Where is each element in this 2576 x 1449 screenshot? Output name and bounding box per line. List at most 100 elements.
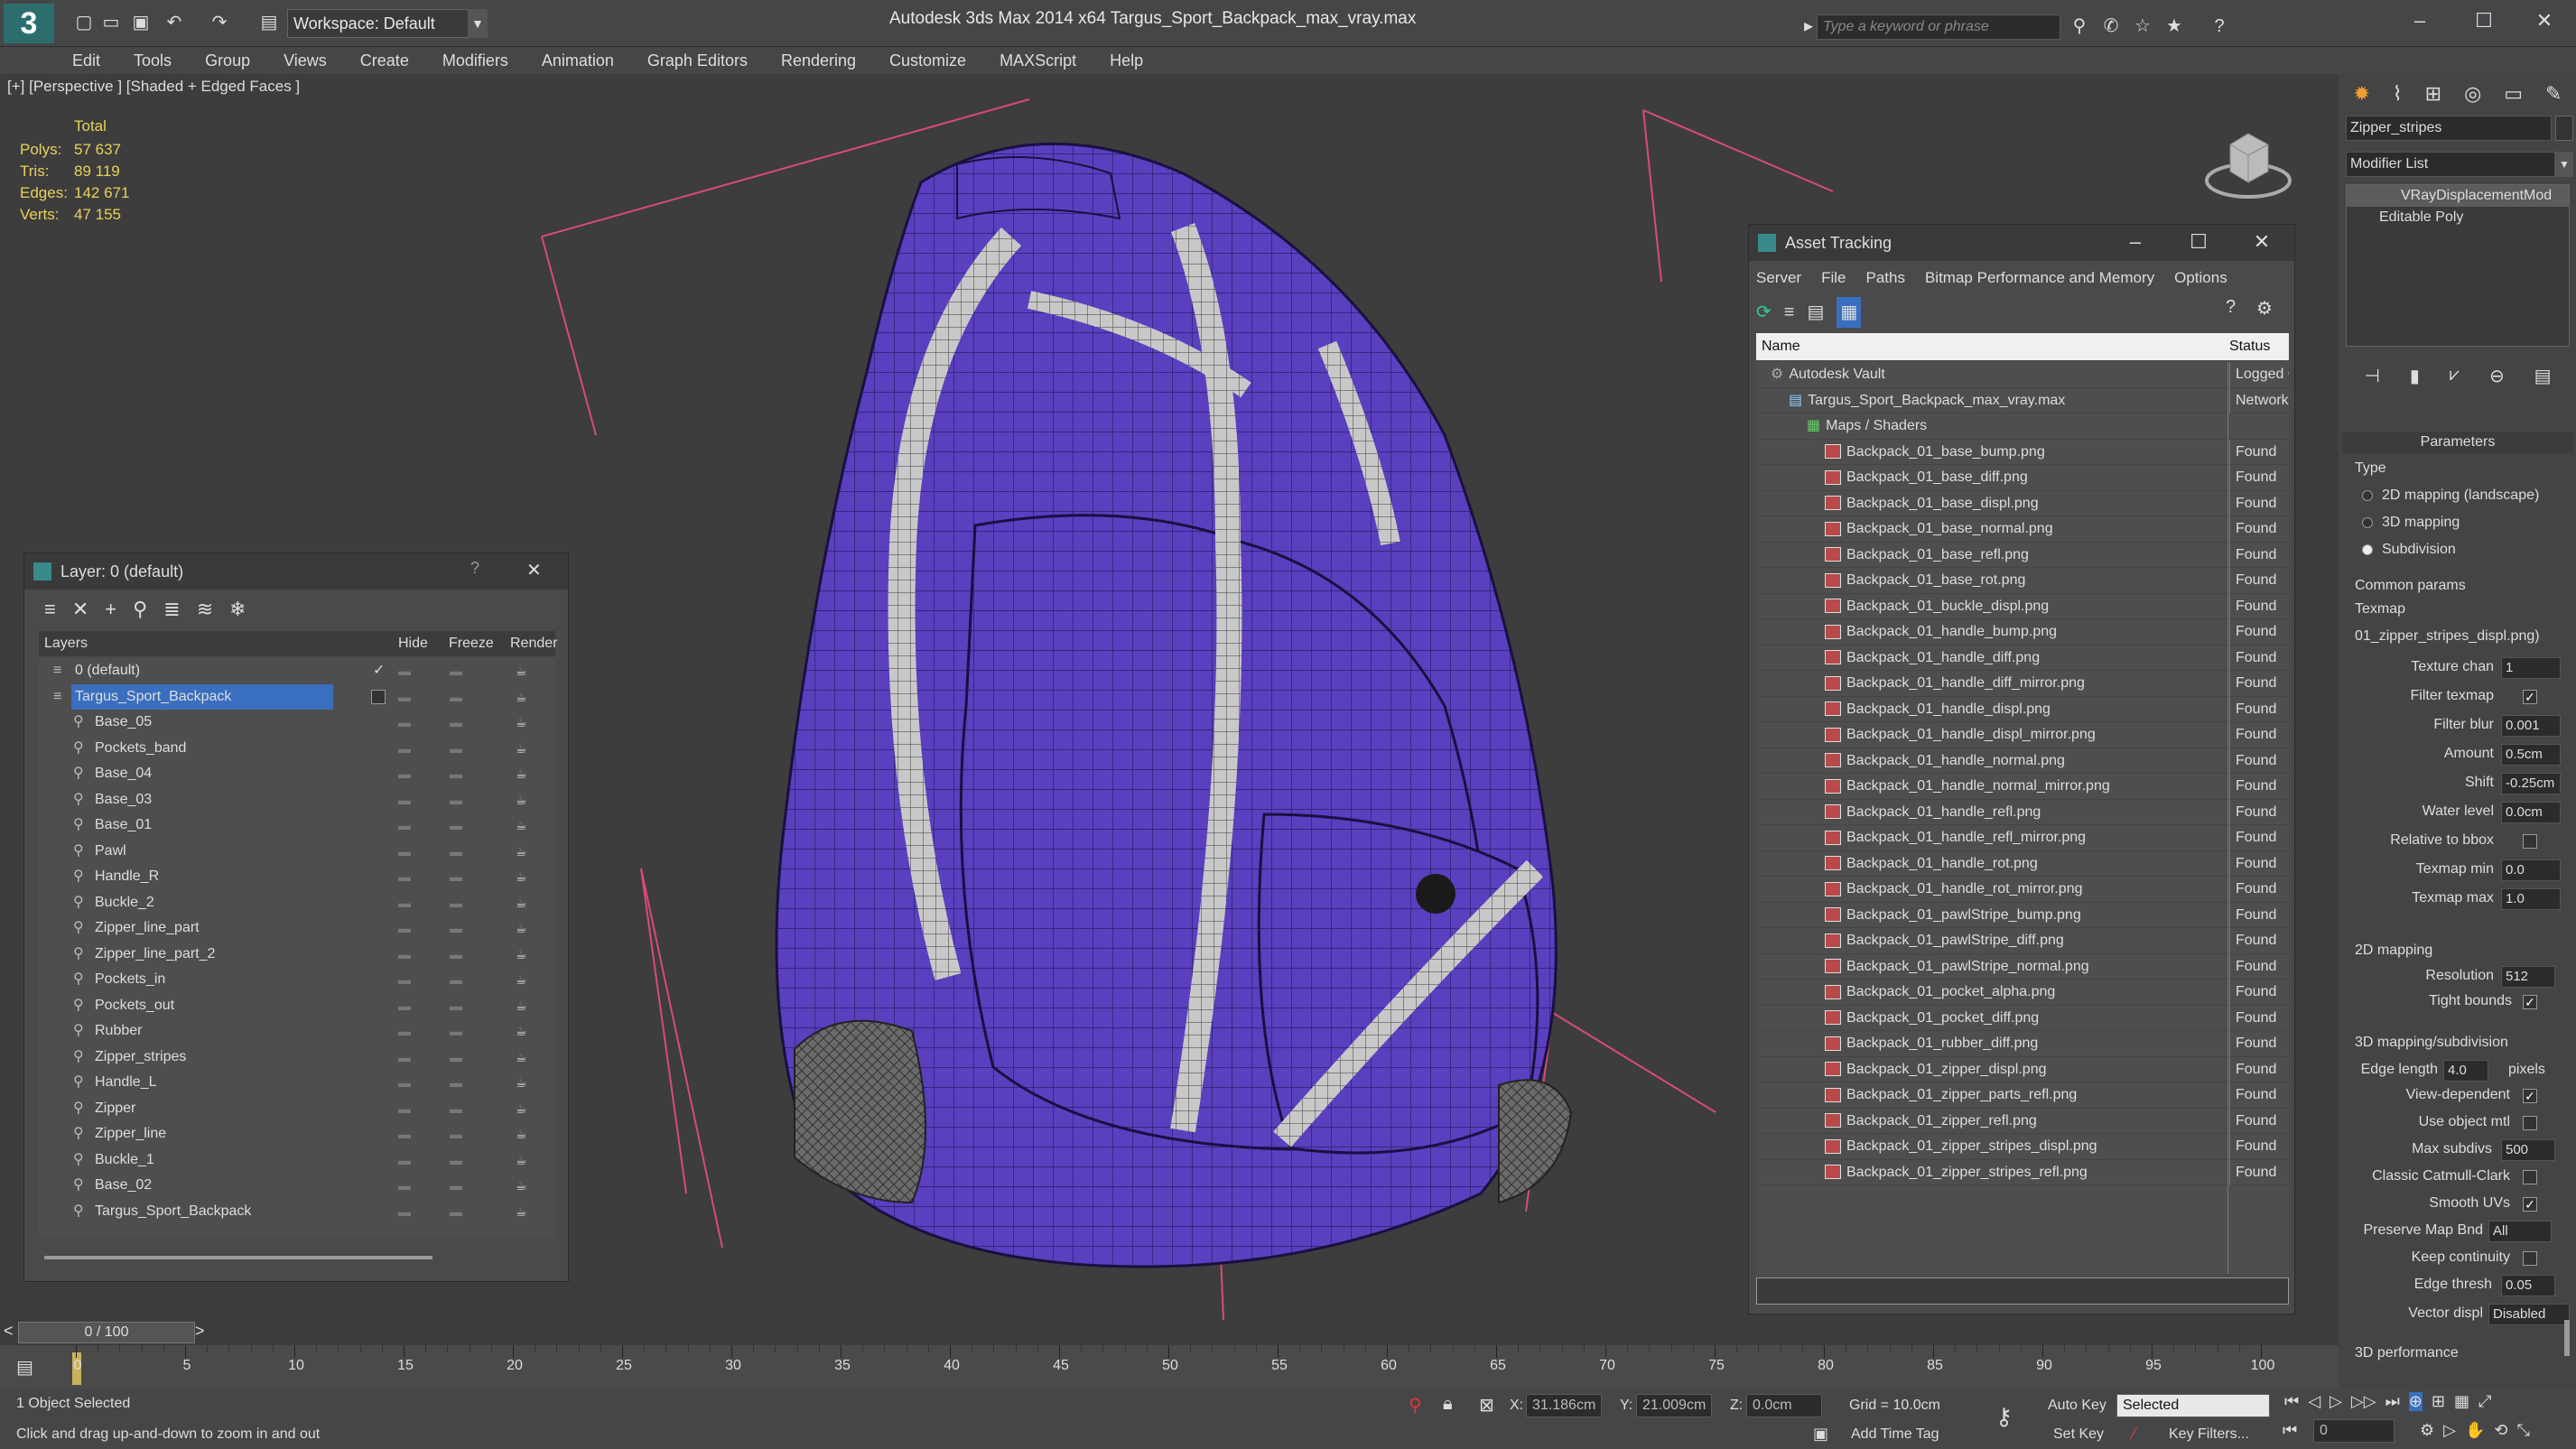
freeze-toggle[interactable]: ▬ [450,993,462,1019]
layer-row[interactable]: ⚲ Base_05 ▬ ▬ ☕︎ [39,710,555,736]
close-button[interactable]: ✕ [526,559,542,581]
asset-row[interactable]: Backpack_01_base_normal.png Found [1756,516,2289,543]
layer-row[interactable]: ⚲ Base_04 ▬ ▬ ☕︎ [39,761,555,787]
layer-row[interactable]: ≡ 0 (default) ✓ ▬ ▬ ☕︎ [39,658,555,684]
menu-paths[interactable]: Paths [1865,265,1924,292]
show-end-result-icon[interactable]: ▮ [2410,365,2420,387]
col-render[interactable]: Render [510,631,557,656]
render-teapot-icon[interactable]: ☕︎ [516,1070,527,1096]
max-subdivs-spinner[interactable]: 500 [2501,1139,2555,1161]
key-mode-icon[interactable]: ⏮ [2283,1421,2297,1440]
layer-name[interactable]: Targus_Sport_Backpack [91,1199,255,1225]
render-teapot-icon[interactable]: ☕︎ [516,967,527,993]
asset-row[interactable]: Backpack_01_base_bump.png Found [1756,439,2289,465]
asset-row[interactable]: Backpack_01_pawlStripe_normal.png Found [1756,953,2289,980]
resolution-spinner[interactable]: 512 [2501,966,2555,988]
asset-row[interactable]: Backpack_01_base_rot.png Found [1756,568,2289,594]
layer-row[interactable]: ⚲ Base_03 ▬ ▬ ☕︎ [39,787,555,813]
zoom-icon[interactable]: ⊕ [2408,1392,2423,1411]
preserve-map-bnd-dropdown[interactable]: All [2488,1221,2552,1242]
freeze-toggle[interactable]: ▬ [450,813,462,839]
asset-name-cell[interactable]: Backpack_01_base_diff.png [1825,465,2028,491]
render-teapot-icon[interactable]: ☕︎ [516,1018,527,1045]
asset-name-cell[interactable]: Backpack_01_handle_refl_mirror.png [1825,825,2086,851]
track-bar[interactable]: ▤ 0 5 10 15 20 25 30 35 40 45 50 55 60 65 70 75 80 85 90 95… [0,1345,2339,1389]
menu-bitmap-performance[interactable]: Bitmap Performance and Memory [1925,265,2174,292]
add-time-tag-button[interactable]: Add Time Tag [1851,1426,1939,1443]
asset-name-cell[interactable]: Backpack_01_rubber_diff.png [1825,1031,2038,1057]
pin-stack-icon[interactable]: ⊣ [2364,365,2379,387]
hierarchy-tab-icon[interactable]: ⊞ [2425,78,2441,110]
render-teapot-icon[interactable]: ☕︎ [516,736,527,762]
layer-row[interactable]: ⚲ Base_02 ▬ ▬ ☕︎ [39,1173,555,1199]
type-option[interactable]: Subdivision [2362,536,2570,563]
object-name-field[interactable]: Zipper_stripes [2346,116,2552,141]
layer-row[interactable]: ⚲ Pawl ▬ ▬ ☕︎ [39,839,555,865]
save-icon[interactable]: ▣ [129,11,153,34]
detail-view-icon[interactable]: ▤ [1807,297,1824,328]
freeze-toggle[interactable]: ▬ [450,1018,462,1045]
favorites-icon[interactable]: ☆ [2131,14,2154,38]
layer-name[interactable]: Targus_Sport_Backpack [71,683,333,710]
render-teapot-icon[interactable]: ☕︎ [516,993,527,1019]
modifier-list-dropdown[interactable]: Modifier List [2346,152,2555,177]
key-selection-dropdown[interactable]: Selected [2116,1394,2270,1417]
maximize-viewport-icon[interactable]: ⤢ [2478,1392,2491,1411]
asset-row[interactable]: Backpack_01_zipper_displ.png Found [1756,1056,2289,1082]
asset-name-cell[interactable]: Backpack_01_handle_diff_mirror.png [1825,671,2085,697]
layer-name[interactable]: Zipper_line_part [91,915,203,942]
x-coordinate-field[interactable]: 31.186cm [1526,1394,1602,1417]
freeze-toggle[interactable]: ▬ [450,710,462,736]
asset-row[interactable]: ▦ Maps / Shaders [1756,413,2289,440]
col-name[interactable]: Name [1762,333,1800,360]
key-filters-button[interactable]: Key Filters... [2169,1426,2249,1443]
layer-name[interactable]: Base_02 [91,1173,155,1199]
minimize-icon[interactable]: – [2119,228,2152,255]
layer-name[interactable]: Handle_L [91,1070,161,1096]
layer-row[interactable]: ⚲ Handle_L ▬ ▬ ☕︎ [39,1070,555,1096]
create-tab-icon[interactable]: ✹ [2353,78,2369,110]
freeze-toggle[interactable]: ▬ [450,1173,462,1199]
asset-name-cell[interactable]: Backpack_01_handle_displ_mirror.png [1825,722,2096,748]
asset-name-cell[interactable]: Backpack_01_handle_refl.png [1825,800,2041,826]
smooth-uvs-checkbox[interactable]: ✓ [2523,1197,2537,1212]
texmap-button[interactable]: 01_zipper_stripes_displ.png) [2355,628,2540,645]
freeze-toggle[interactable]: ▬ [450,658,462,684]
asset-row[interactable]: Backpack_01_handle_displ_mirror.png Found [1756,722,2289,748]
asset-row[interactable]: Backpack_01_pawlStripe_bump.png Found [1756,902,2289,928]
maximize-icon[interactable]: ☐ [2468,7,2500,34]
asset-row[interactable]: Backpack_01_handle_rot_mirror.png Found [1756,877,2289,903]
current-frame-field[interactable]: 0 [2313,1419,2395,1443]
pan-view-icon[interactable]: ✋ [2465,1421,2485,1440]
hide-toggle[interactable]: ▬ [398,1173,411,1199]
freeze-toggle[interactable]: ▬ [450,684,462,711]
asset-row[interactable]: Backpack_01_zipper_parts_refl.png Found [1756,1082,2289,1109]
asset-name-cell[interactable]: Backpack_01_base_normal.png [1825,516,2053,543]
render-teapot-icon[interactable]: ☕︎ [516,942,527,968]
layer-row[interactable]: ⚲ Pockets_out ▬ ▬ ☕︎ [39,993,555,1019]
asset-row[interactable]: Backpack_01_zipper_refl.png Found [1756,1108,2289,1134]
freeze-toggle[interactable]: ▬ [450,942,462,968]
view-dependent-checkbox[interactable]: ✓ [2523,1089,2537,1103]
asset-name-cell[interactable]: Backpack_01_zipper_parts_refl.png [1825,1082,2077,1109]
asset-row[interactable]: Backpack_01_base_diff.png Found [1756,465,2289,491]
key-icon[interactable]: ⚷ [1995,1403,2013,1431]
layer-panel-title[interactable]: Layer: 0 (default) [24,553,568,590]
time-config-icon[interactable]: ⚙ [2420,1421,2434,1440]
make-unique-icon[interactable]: ⩗ [2450,365,2460,387]
asset-row[interactable]: Backpack_01_buckle_displ.png Found [1756,593,2289,619]
asset-name-cell[interactable]: ▦ Maps / Shaders [1807,413,1927,440]
layer-name[interactable]: Base_01 [91,813,155,839]
classic-catmull-checkbox[interactable] [2523,1170,2537,1184]
radio-button[interactable] [2362,489,2373,501]
hide-toggle[interactable]: ▬ [398,942,411,968]
render-teapot-icon[interactable]: ☕︎ [516,658,527,684]
asset-row[interactable]: ⚙ Autodesk Vault Logged Ou [1756,362,2289,388]
min-max-toggle-icon[interactable]: ⤡ [2517,1421,2530,1440]
param-spinner[interactable]: 0.5cm [2501,744,2561,766]
help-icon[interactable]: ? [2208,14,2231,38]
asset-row[interactable]: Backpack_01_handle_rot.png Found [1756,850,2289,877]
menu-options[interactable]: Options [2174,265,2227,292]
display-tab-icon[interactable]: ▭ [2504,78,2523,110]
hide-toggle[interactable]: ▬ [398,839,411,865]
